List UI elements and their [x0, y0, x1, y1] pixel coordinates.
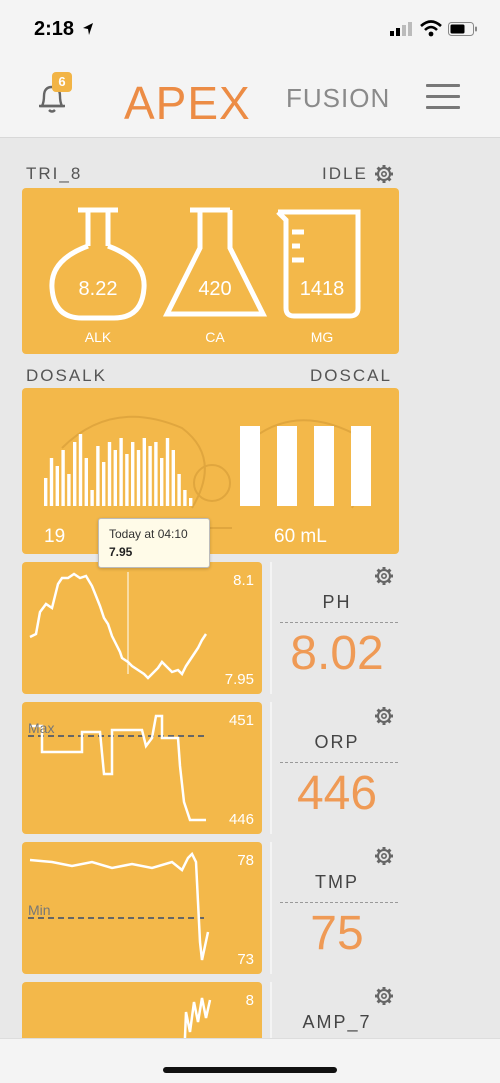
dosalk-bar [90, 490, 94, 506]
cellular-signal-icon [390, 22, 412, 36]
probe-graph-amp_7[interactable]: 8 [22, 982, 262, 1038]
doscal-bar [240, 426, 260, 506]
dosalk-bar [160, 458, 164, 506]
dosalk-bar [55, 466, 59, 506]
dosalk-bar [131, 442, 135, 506]
dosalk-bar [142, 438, 146, 506]
doscal-bar [277, 426, 297, 506]
probe-value: 446 [296, 767, 378, 820]
probe-divider [280, 622, 398, 623]
dosalk-bar [107, 442, 112, 506]
doscal-name: DOSCAL [310, 366, 392, 385]
probe-readout-ph[interactable]: PH 8.02 [270, 562, 400, 694]
mg-label: MG [310, 329, 334, 345]
dosalk-bar [154, 442, 158, 506]
dosalk-bar [102, 462, 106, 506]
probe-graph-ph[interactable]: 8.1 7.95 [22, 562, 262, 694]
hamburger-menu-button[interactable] [426, 84, 460, 112]
dosalk-bar [61, 450, 65, 506]
dosalk-name: DOSALK [26, 366, 107, 385]
probe-value: 75 [310, 907, 364, 960]
probe-divider [280, 902, 398, 903]
probe-settings-gear-icon[interactable] [374, 846, 394, 866]
dosalk-bar [73, 442, 77, 506]
wifi-icon [420, 20, 442, 37]
probe-graph-line [28, 714, 208, 822]
mg-value: 1418 [299, 278, 345, 300]
dosalk-bar [125, 454, 129, 506]
dosalk-bar [165, 438, 170, 506]
alk-value: 8.22 [78, 278, 118, 300]
probe-name: PH [322, 592, 352, 612]
doscal-bar [351, 426, 371, 506]
dosalk-bar [44, 478, 48, 506]
probe-graph-line [28, 851, 210, 961]
ca-value: 420 [198, 278, 232, 300]
dosalk-bar [49, 458, 54, 506]
trident-card[interactable]: 8.22 420 1418 ALK CA MG [22, 188, 399, 354]
doscal-bar [314, 426, 334, 506]
threshold-label: Max [28, 720, 55, 736]
graph-max-label: 78 [237, 852, 254, 869]
dosing-bar-chart [44, 415, 371, 529]
probe-readout-amp_7[interactable]: AMP_7 [270, 982, 400, 1038]
dosalk-bar [67, 474, 71, 506]
location-arrow-icon [83, 23, 93, 35]
dosalk-bar [84, 458, 88, 506]
ca-label: CA [205, 329, 225, 345]
dosing-card[interactable]: 19 60 mL [22, 388, 399, 554]
probe-graph-tmp[interactable]: 78 73 Min [22, 842, 262, 974]
dosalk-value: 19 [44, 526, 66, 547]
app-header: 6 APEX FUSION [0, 58, 500, 138]
dosalk-bar [119, 438, 123, 506]
dashboard: TRI_8 IDLE 8.22 420 1418 ALK CA MG DOSAL… [0, 138, 500, 1038]
probe-name: AMP_7 [302, 1012, 372, 1032]
trident-name: TRI_8 [26, 164, 83, 183]
probe-name: TMP [315, 872, 359, 892]
graph-max-label: 451 [228, 712, 254, 729]
alk-label: ALK [84, 329, 112, 345]
round-flask-icon [49, 207, 147, 321]
home-indicator[interactable] [163, 1067, 337, 1073]
probe-graph-line [183, 997, 212, 1038]
probe-name: ORP [314, 732, 360, 752]
threshold-label: Min [28, 902, 51, 918]
chart-tooltip: Today at 04:10 7.95 [98, 518, 210, 568]
dosalk-bar [183, 490, 187, 506]
probe-settings-gear-icon[interactable] [374, 986, 394, 1006]
probe-graph-orp[interactable]: 451 446 Max [22, 702, 262, 834]
dosalk-bar [189, 498, 193, 506]
battery-icon [448, 22, 477, 36]
probe-value: 8.02 [290, 627, 384, 680]
status-bar: 2:18 [0, 0, 500, 58]
probe-settings-gear-icon[interactable] [374, 566, 394, 586]
fusion-logo-text: FUSION [286, 83, 391, 113]
dosalk-bar [136, 450, 141, 506]
probe-divider [280, 762, 398, 763]
dosalk-bar [177, 474, 181, 506]
dosalk-bar [148, 446, 152, 506]
trident-state: IDLE [322, 164, 368, 183]
tooltip-value: 7.95 [109, 545, 133, 559]
graph-min-label: 446 [228, 811, 254, 828]
status-time: 2:18 [34, 18, 75, 40]
trident-settings-gear-icon[interactable] [374, 164, 394, 184]
dosalk-bar [113, 450, 117, 506]
notification-badge[interactable]: 6 [52, 72, 72, 92]
home-indicator-area [0, 1038, 500, 1083]
graph-min-label: 73 [237, 951, 254, 968]
graph-max-label: 8 [245, 992, 254, 1009]
dosalk-bar [96, 446, 100, 506]
dosalk-bar [78, 434, 83, 506]
graph-max-label: 8.1 [233, 572, 254, 589]
tooltip-title: Today at 04:10 [109, 527, 188, 541]
dosalk-bar [171, 450, 175, 506]
apex-logo: APEX [124, 77, 251, 129]
graph-min-label: 7.95 [224, 671, 254, 688]
probe-settings-gear-icon[interactable] [374, 706, 394, 726]
probe-readout-tmp[interactable]: TMP 75 [270, 842, 400, 974]
probe-readout-orp[interactable]: ORP 446 [270, 702, 400, 834]
doscal-value: 60 mL [274, 526, 327, 547]
